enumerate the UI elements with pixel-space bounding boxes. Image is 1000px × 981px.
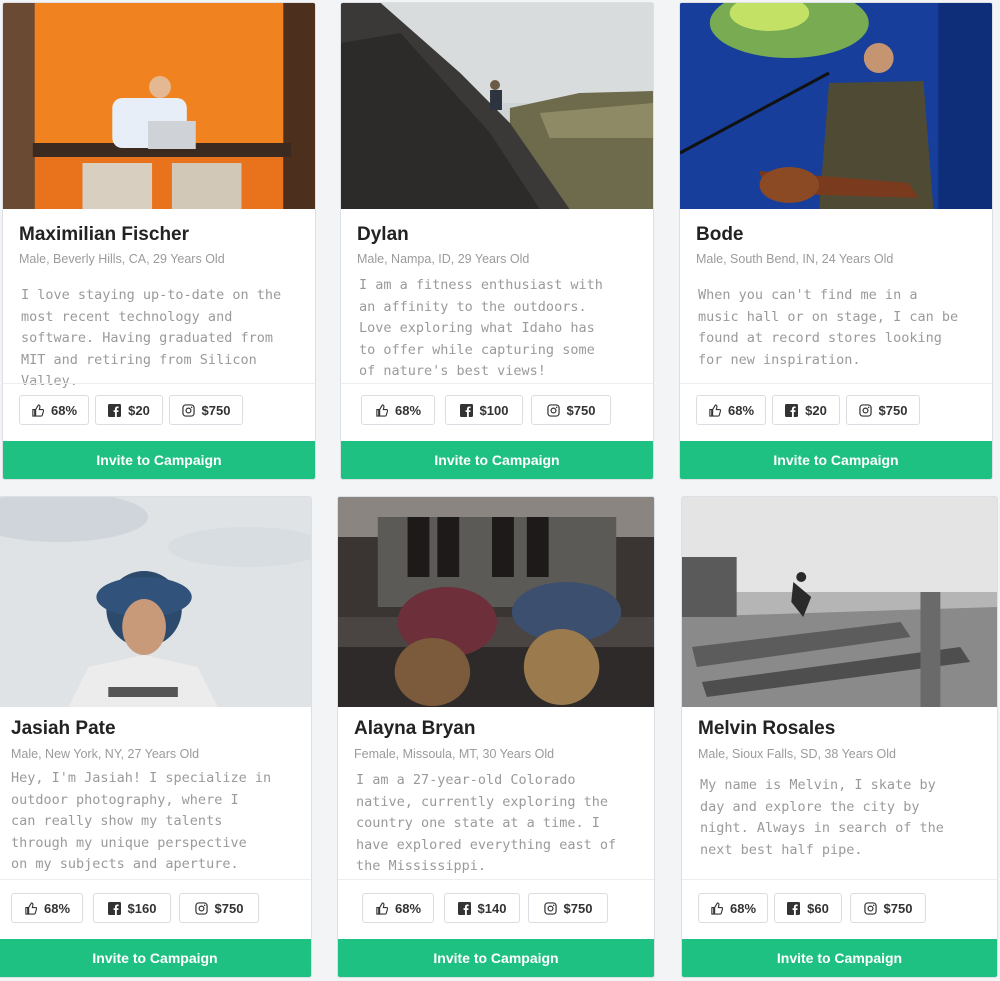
instagram-icon xyxy=(194,901,208,915)
instagram-stat[interactable]: $750 xyxy=(179,893,259,923)
influencer-bio: Hey, I'm Jasiah! I specialize in outdoor… xyxy=(11,770,272,872)
influencer-bio: I am a 27-year-old Colorado native, curr… xyxy=(356,772,617,874)
invite-to-campaign-button[interactable]: Invite to Campaign xyxy=(338,939,654,977)
influencer-bio: My name is Melvin, I skate by day and ex… xyxy=(700,777,944,858)
instagram-icon xyxy=(543,901,557,915)
thumbs-up-icon xyxy=(24,901,37,915)
influencer-name: Dylan xyxy=(357,224,409,245)
facebook-icon xyxy=(459,403,473,417)
likes-stat[interactable]: 68% xyxy=(696,395,766,425)
thumbs-up-icon xyxy=(375,403,388,417)
profile-photo xyxy=(341,3,653,209)
influencer-name: Melvin Rosales xyxy=(698,718,836,739)
divider xyxy=(3,383,315,384)
profile-photo xyxy=(682,497,997,707)
facebook-icon xyxy=(787,901,801,915)
influencer-card: Melvin Rosales Male, Sioux Falls, SD, 38… xyxy=(681,496,998,978)
instagram-stat[interactable]: $750 xyxy=(850,893,926,923)
facebook-stat[interactable]: $140 xyxy=(444,893,520,923)
facebook-icon xyxy=(457,901,471,915)
influencer-meta: Male, New York, NY, 27 Years Old xyxy=(11,747,200,761)
instagram-icon xyxy=(181,403,195,417)
invite-to-campaign-button[interactable]: Invite to Campaign xyxy=(0,939,311,977)
instagram-stat[interactable]: $750 xyxy=(169,395,243,425)
profile-photo xyxy=(338,497,654,707)
instagram-stat[interactable]: $750 xyxy=(531,395,611,425)
divider xyxy=(0,879,311,880)
influencer-card: Alayna Bryan Female, Missoula, MT, 30 Ye… xyxy=(337,496,655,978)
influencer-meta: Male, Beverly Hills, CA, 29 Years Old xyxy=(19,252,225,266)
thumbs-up-icon xyxy=(710,901,723,915)
divider xyxy=(682,879,997,880)
facebook-stat[interactable]: $160 xyxy=(93,893,171,923)
influencer-meta: Male, Nampa, ID, 29 Years Old xyxy=(357,252,530,266)
facebook-icon xyxy=(107,901,121,915)
influencer-name: Jasiah Pate xyxy=(11,718,116,739)
likes-stat[interactable]: 68% xyxy=(362,893,434,923)
facebook-icon xyxy=(785,403,799,417)
profile-photo xyxy=(3,3,315,209)
influencer-meta: Female, Missoula, MT, 30 Years Old xyxy=(354,747,555,761)
influencer-name: Maximilian Fischer xyxy=(19,224,190,245)
profile-photo xyxy=(680,3,992,209)
influencer-meta: Male, Sioux Falls, SD, 38 Years Old xyxy=(698,747,897,761)
likes-stat[interactable]: 68% xyxy=(11,893,83,923)
influencer-bio: I love staying up-to-date on the most re… xyxy=(21,287,282,389)
thumbs-up-icon xyxy=(31,403,44,417)
instagram-icon xyxy=(863,901,877,915)
profile-photo xyxy=(0,497,311,707)
invite-to-campaign-button[interactable]: Invite to Campaign xyxy=(680,441,992,479)
influencer-card: Maximilian Fischer Male, Beverly Hills, … xyxy=(2,2,316,480)
invite-to-campaign-button[interactable]: Invite to Campaign xyxy=(3,441,315,479)
divider xyxy=(680,383,992,384)
divider xyxy=(338,879,654,880)
thumbs-up-icon xyxy=(375,901,388,915)
invite-to-campaign-button[interactable]: Invite to Campaign xyxy=(341,441,653,479)
likes-stat[interactable]: 68% xyxy=(361,395,435,425)
influencer-card: Dylan Male, Nampa, ID, 29 Years Old I am… xyxy=(340,2,654,480)
influencer-name: Bode xyxy=(696,224,744,245)
facebook-stat[interactable]: $60 xyxy=(774,893,842,923)
influencer-bio: I am a fitness enthusiast with an affini… xyxy=(359,277,603,379)
facebook-stat[interactable]: $20 xyxy=(95,395,163,425)
influencer-bio: When you can't find me in a music hall o… xyxy=(698,287,959,368)
divider xyxy=(341,383,653,384)
thumbs-up-icon xyxy=(708,403,721,417)
likes-stat[interactable]: 68% xyxy=(19,395,89,425)
facebook-icon xyxy=(108,403,122,417)
likes-stat[interactable]: 68% xyxy=(698,893,768,923)
invite-to-campaign-button[interactable]: Invite to Campaign xyxy=(682,939,997,977)
influencer-meta: Male, South Bend, IN, 24 Years Old xyxy=(696,252,894,266)
facebook-stat[interactable]: $100 xyxy=(445,395,523,425)
influencer-card: Bode Male, South Bend, IN, 24 Years Old … xyxy=(679,2,993,480)
influencer-name: Alayna Bryan xyxy=(354,718,476,739)
facebook-stat[interactable]: $20 xyxy=(772,395,840,425)
influencer-card: Jasiah Pate Male, New York, NY, 27 Years… xyxy=(0,496,312,978)
instagram-icon xyxy=(546,403,560,417)
instagram-stat[interactable]: $750 xyxy=(528,893,608,923)
instagram-stat[interactable]: $750 xyxy=(846,395,920,425)
instagram-icon xyxy=(858,403,872,417)
